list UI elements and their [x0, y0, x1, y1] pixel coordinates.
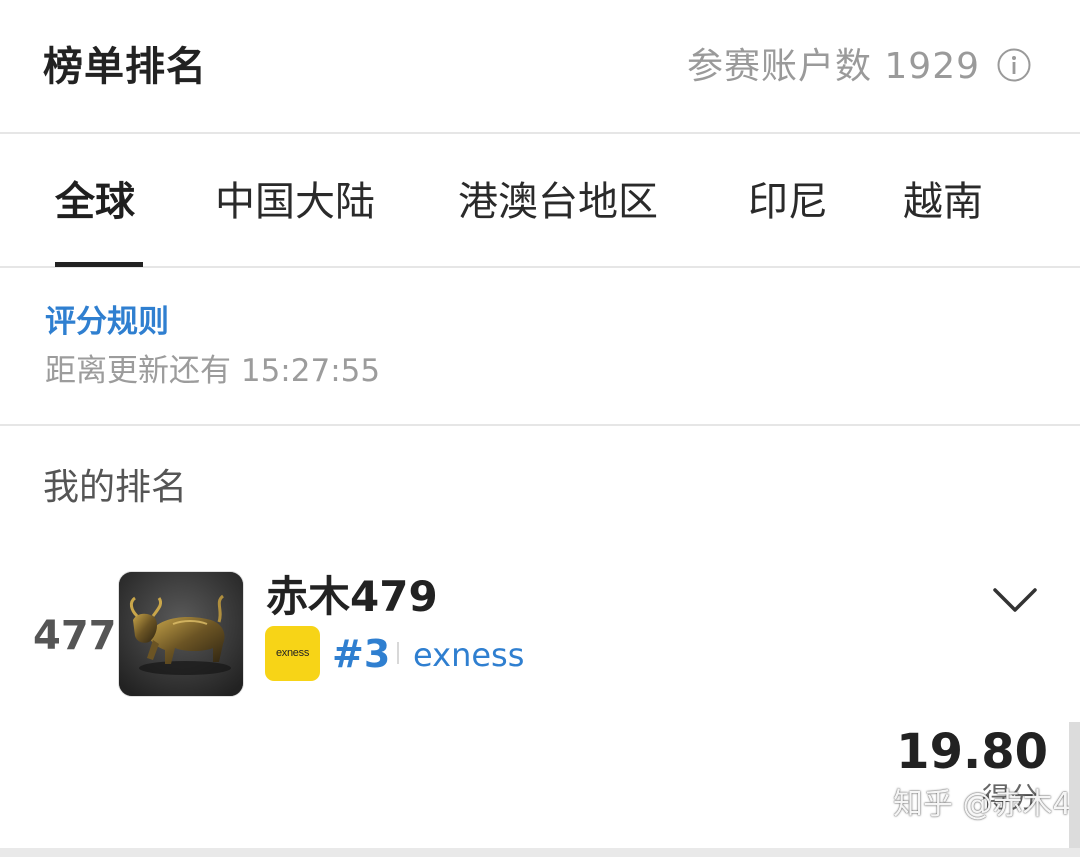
- watermark: 知乎 @赤木479: [893, 787, 1080, 822]
- info-icon[interactable]: [997, 48, 1031, 82]
- scoring-rules-link[interactable]: 评分规则: [45, 302, 169, 342]
- header: 榜单排名 参赛账户数 1929: [0, 0, 1080, 134]
- broker-name-link[interactable]: exness: [413, 634, 524, 676]
- active-tab-indicator: [55, 262, 143, 267]
- score-value: 19.80: [896, 724, 1048, 780]
- broker-rank: #3: [332, 632, 391, 676]
- broker-logo-text: exness: [275, 647, 310, 659]
- rank-number: 477: [33, 613, 117, 659]
- my-rank-heading: 我的排名: [43, 467, 188, 508]
- page-title: 榜单排名: [43, 44, 207, 90]
- tab-global[interactable]: 全球: [55, 177, 135, 227]
- tab-indonesia[interactable]: 印尼: [748, 177, 828, 227]
- avatar[interactable]: [118, 571, 244, 697]
- bull-avatar-image: [119, 572, 243, 696]
- tab-hk-macau-taiwan[interactable]: 港澳台地区: [458, 177, 658, 227]
- update-countdown: 距离更新还有 15:27:55: [45, 353, 381, 389]
- region-tabs: 全球 中国大陆 港澳台地区 印尼 越南: [0, 134, 1080, 268]
- tab-vietnam[interactable]: 越南: [903, 177, 983, 227]
- divider: [397, 642, 399, 664]
- scrollbar-thumb[interactable]: [1069, 722, 1080, 848]
- bottom-divider: [0, 848, 1080, 857]
- tab-mainland-china[interactable]: 中国大陆: [215, 177, 375, 227]
- leaderboard-page: 榜单排名 参赛账户数 1929 全球 中国大陆 港澳台地区 印尼 越南 评分规则…: [0, 0, 1080, 857]
- username: 赤木479: [266, 572, 438, 621]
- rules-section: 评分规则 距离更新还有 15:27:55: [0, 268, 1080, 426]
- broker-logo: exness: [265, 626, 320, 681]
- participant-count: 参赛账户数 1929: [686, 46, 980, 87]
- chevron-down-icon[interactable]: [990, 582, 1040, 618]
